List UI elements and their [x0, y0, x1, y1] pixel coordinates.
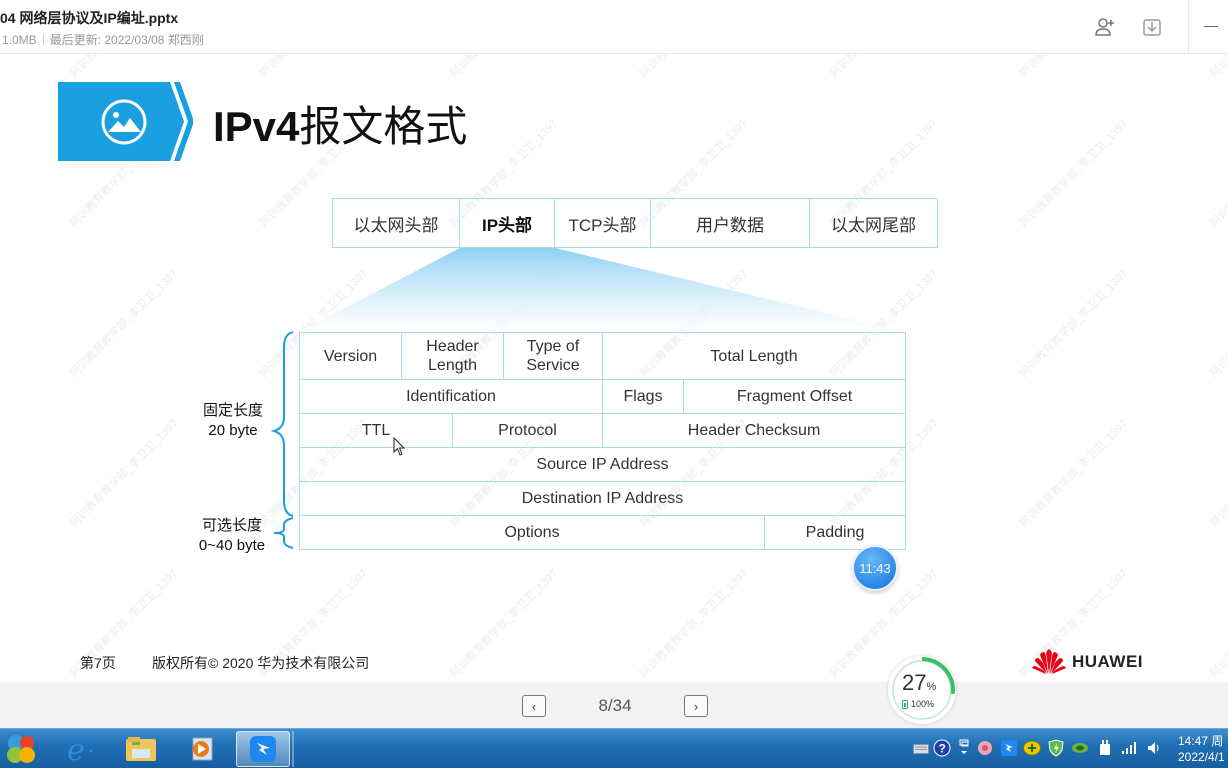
battery-status: 100% — [902, 699, 934, 709]
slide-footer-copyright: 版权所有© 2020 华为技术有限公司 — [152, 655, 370, 671]
table-row: Identification Flags Fragment Offset — [298, 379, 907, 414]
clock-date: 2022/4/1 — [1178, 750, 1225, 764]
field-flags: Flags — [602, 379, 685, 414]
optional-length-label-line2: 0~40 byte — [198, 537, 266, 554]
timer-badge[interactable]: 11:43 — [852, 545, 898, 591]
field-source-ip: Source IP Address — [298, 447, 907, 482]
field-identification: Identification — [298, 379, 604, 414]
internet-explorer-icon: e — [67, 734, 93, 764]
svg-text:?: ? — [939, 742, 946, 756]
signal-icon[interactable] — [1120, 739, 1138, 757]
media-player-icon — [192, 737, 213, 761]
help-icon[interactable]: ? — [933, 739, 951, 757]
windows-taskbar: e ? 14:47 周 2022/4/1 — [0, 728, 1228, 768]
taskbar-media-player[interactable] — [174, 731, 228, 767]
table-row: Source IP Address — [298, 447, 907, 482]
field-header-checksum: Header Checksum — [602, 413, 907, 448]
security-shield-icon[interactable] — [1047, 739, 1065, 757]
fixed-length-label: 固定长度 20 byte — [197, 401, 269, 441]
optional-length-label-line1: 可选长度 — [201, 517, 262, 534]
field-type-of-service: Type of Service — [503, 332, 604, 380]
title-bar-divider — [1188, 0, 1189, 54]
battery-icon — [902, 699, 908, 709]
last-updated-date: 2022/03/08 — [104, 33, 165, 47]
slide-navigation-bar: ‹ 8/34 › — [0, 682, 1228, 728]
svg-text:e: e — [67, 734, 85, 764]
network-switch-icon[interactable] — [955, 739, 973, 757]
huawei-flower-icon — [1032, 649, 1066, 674]
ipv4-header-table: Version Header Length Type of Service To… — [298, 332, 907, 550]
frame-cell-ip-header: IP头部 — [460, 199, 555, 247]
slide-canvas: 阿训教育教学部_李卫卫_1397 阿训教育教学部_李卫卫_1397 阿训教育教学部_… — [0, 55, 1228, 682]
frame-cell-eth-header: 以太网头部 — [333, 199, 460, 247]
optional-length-brace — [273, 517, 294, 549]
nvidia-icon[interactable] — [1071, 739, 1089, 757]
slide-footer-page: 第7页 — [80, 655, 116, 671]
system-clock[interactable]: 14:47 周 2022/4/1 — [1178, 733, 1225, 765]
field-padding: Padding — [764, 515, 907, 550]
field-options: Options — [298, 515, 766, 550]
field-total-length: Total Length — [602, 332, 907, 380]
frame-cell-eth-trailer: 以太网尾部 — [831, 215, 916, 235]
app-window: 04 网络层协议及IP编址.pptx 1.0MB 最后更新: 2022/03/08… — [0, 0, 1228, 768]
volume-icon[interactable] — [1145, 739, 1163, 757]
flower-app-icon[interactable] — [976, 739, 994, 757]
length-braces — [270, 331, 294, 549]
start-icon — [7, 735, 35, 763]
title-bar: 04 网络层协议及IP编址.pptx 1.0MB 最后更新: 2022/03/08… — [0, 0, 1228, 54]
progress-percent-value: 27 — [902, 670, 927, 695]
clock-time: 14:47 周 — [1178, 734, 1224, 748]
taskbar-internet-explorer[interactable]: e — [50, 731, 104, 767]
table-row: Version Header Length Type of Service To… — [299, 332, 907, 380]
last-updated-label: 最后更新: — [49, 33, 102, 47]
file-meta: 1.0MB 最后更新: 2022/03/08 郑西刚 — [2, 31, 204, 48]
fixed-length-brace — [270, 331, 294, 517]
progress-widget[interactable]: 27% 100% — [888, 656, 956, 724]
field-destination-ip: Destination IP Address — [298, 481, 907, 516]
frame-cell-user-data: 用户数据 — [651, 199, 810, 247]
meta-divider — [42, 34, 44, 45]
optional-length-label: 可选长度 0~40 byte — [192, 516, 272, 556]
progress-percent: 27% — [902, 670, 936, 696]
brand-name: HUAWEI — [1072, 652, 1143, 671]
file-size: 1.0MB — [2, 33, 37, 47]
mouse-cursor-icon — [393, 437, 406, 456]
frame-cell-tcp-header: TCP头部 — [555, 199, 651, 247]
fixed-length-label-line1: 固定长度 — [202, 402, 263, 419]
table-row: Destination IP Address — [298, 481, 907, 516]
download-icon[interactable] — [1141, 16, 1163, 38]
add-user-icon[interactable] — [1094, 16, 1116, 38]
power-icon[interactable] — [1096, 739, 1114, 757]
next-slide-button[interactable]: › — [684, 695, 708, 717]
taskbar-divider — [292, 731, 294, 767]
author: 郑西刚 — [167, 33, 204, 47]
page-indicator: 8/34 — [598, 696, 632, 715]
huawei-logo: HUAWEI — [1032, 649, 1143, 675]
table-row: Options Padding — [298, 515, 907, 550]
field-protocol: Protocol — [451, 413, 604, 448]
ethernet-frame-structure: 以太网头部 IP头部 TCP头部 用户数据 以太网尾部 — [332, 198, 938, 248]
fixed-length-label-line2: 20 byte — [208, 422, 258, 439]
keyboard-icon[interactable] — [912, 739, 930, 757]
prev-slide-button[interactable]: ‹ — [522, 695, 546, 717]
file-name: 04 网络层协议及IP编址.pptx — [0, 10, 179, 26]
field-fragment-offset: Fragment Offset — [683, 379, 907, 414]
progress-percent-unit: % — [926, 681, 937, 693]
field-ttl: TTL — [299, 413, 453, 448]
start-orb[interactable] — [0, 731, 42, 767]
taskbar-file-explorer[interactable] — [114, 731, 168, 767]
dingtalk-icon — [250, 736, 276, 762]
field-header-length: Header Length — [400, 332, 505, 380]
battery-value: 100% — [911, 699, 935, 709]
taskbar-dingtalk[interactable] — [236, 731, 290, 767]
plus-app-icon[interactable] — [1023, 739, 1041, 757]
minimize-icon[interactable] — [1204, 26, 1218, 27]
dingtalk-tray-icon[interactable] — [1000, 739, 1018, 757]
folder-icon — [126, 737, 156, 761]
table-row: TTL Protocol Header Checksum — [299, 413, 907, 448]
